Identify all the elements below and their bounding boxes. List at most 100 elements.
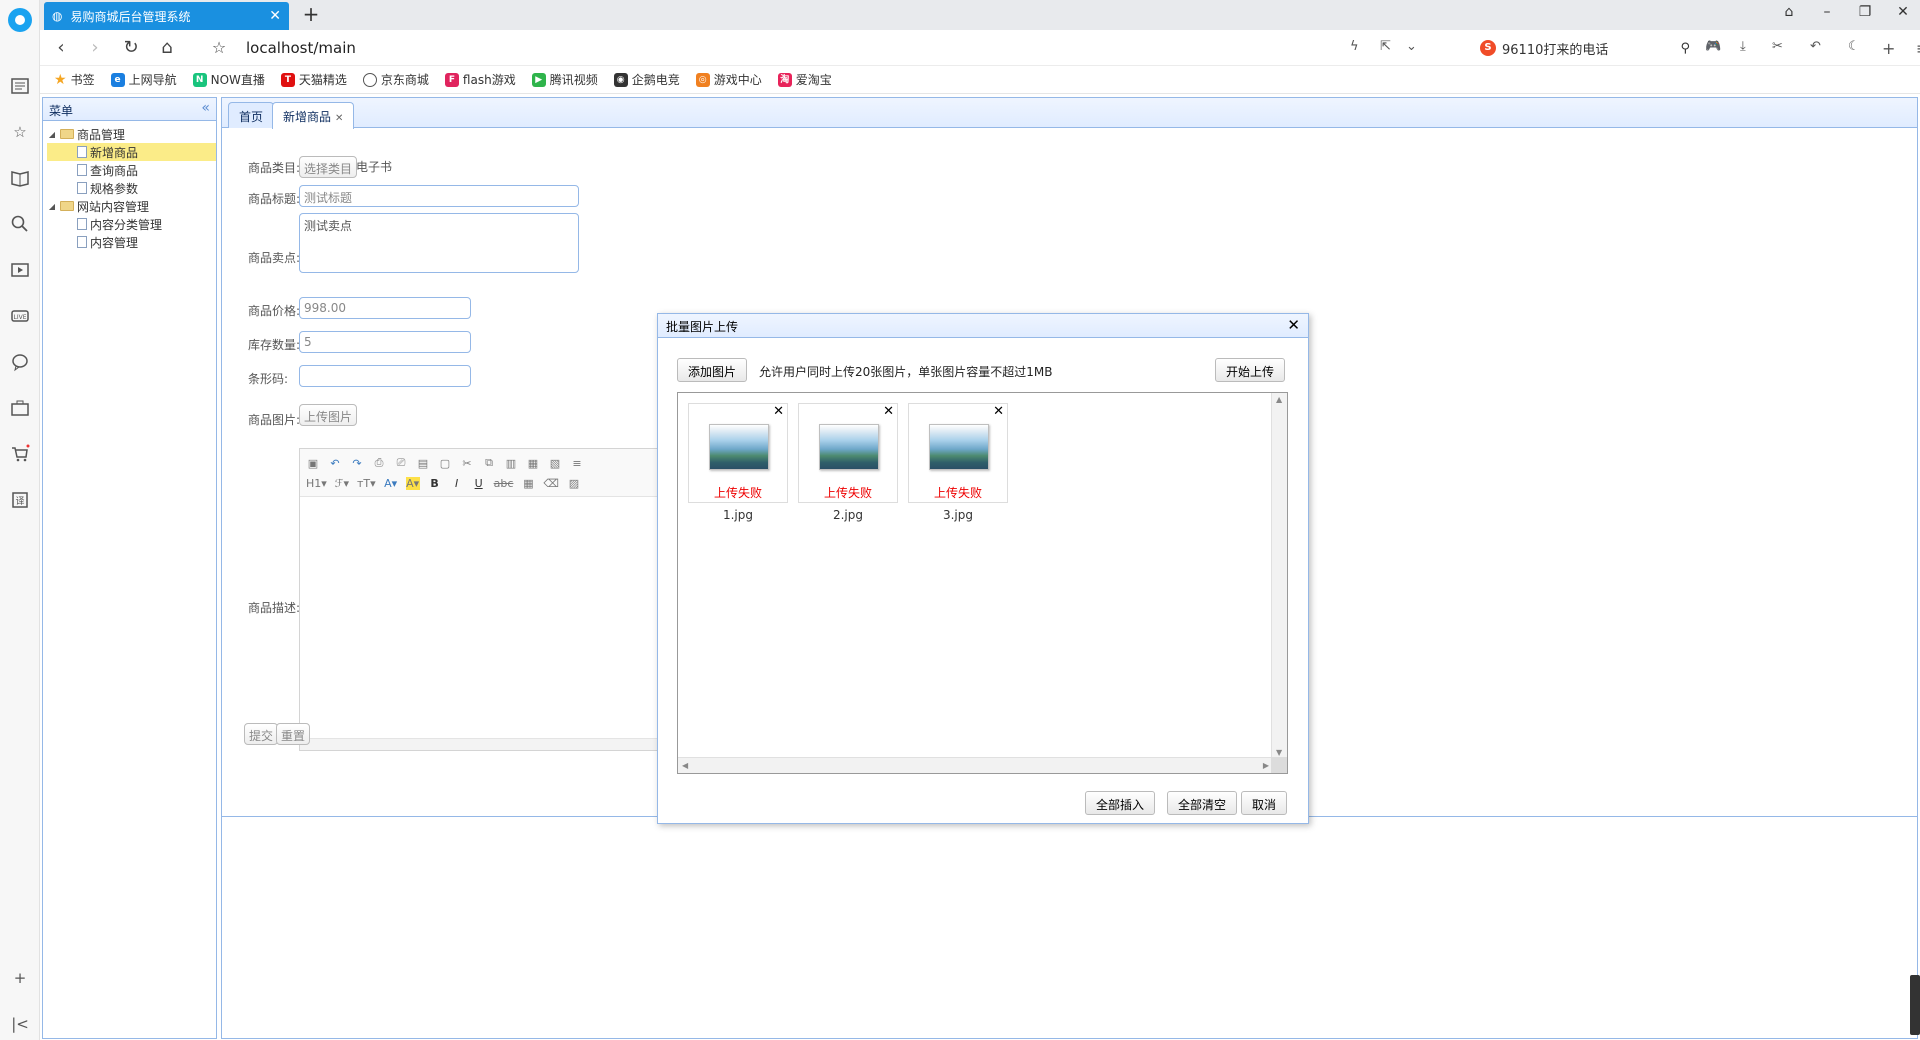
video-icon[interactable] [10,260,30,280]
font-color-icon[interactable]: A▾ [384,477,398,490]
tab-home[interactable]: 首页 [228,102,275,128]
remove-file-icon[interactable]: ✕ [993,404,1004,419]
tab-add-product[interactable]: 新增商品 ✕ [272,102,355,129]
highlight-icon[interactable]: A▾ [405,476,420,490]
upload-image-button[interactable]: 上传图片 [299,404,358,426]
paste-icon[interactable]: ▥ [504,457,518,470]
tree-item-query-product[interactable]: 查询商品 [47,161,216,179]
bookmark-item[interactable]: ▶ 腾讯视频 [531,71,598,88]
underline-icon[interactable]: U [472,477,486,490]
tree-item-content-manage[interactable]: 内容管理 [47,233,216,251]
search-box[interactable]: S 96110打来的电话 ⚲ [1480,36,1690,60]
chat-bubble-icon[interactable] [10,352,30,372]
select-category-button[interactable]: 选择类目 [299,156,358,178]
sell-point-textarea[interactable]: 测试卖点 [299,213,579,273]
scroll-down-icon[interactable]: ▼ [1276,748,1282,757]
dialog-close-icon[interactable]: ✕ [1287,316,1300,334]
back-icon[interactable]: ‹ [50,37,72,59]
live-icon[interactable]: LIVE [10,306,30,326]
close-tab-icon[interactable]: ✕ [335,113,343,124]
collapse-menu-icon[interactable]: « [201,100,210,116]
image-insert-icon[interactable]: ▨ [567,477,581,490]
scroll-right-icon[interactable]: ▶ [1263,761,1269,770]
close-tab-icon[interactable]: ✕ [269,8,281,24]
news-icon[interactable] [10,76,30,96]
reset-button[interactable]: 重置 [276,723,311,745]
tree-group-content[interactable]: ◢ 网站内容管理 [47,197,216,215]
scroll-left-icon[interactable]: ◀ [682,761,688,770]
favorites-star-icon[interactable]: ☆ [10,122,30,142]
gamepad-icon[interactable]: 🎮 [1705,39,1721,54]
rich-text-editor[interactable]: ▣ ↶ ↷ ⎙ ⎚ ▤ ▢ ✂ ⧉ ▥ ▦ ▧ ≡ H1▾ ℱ▾ тT▾ A▾ … [299,448,669,751]
undo-icon[interactable]: ↶ [328,457,342,470]
code-icon[interactable]: ▢ [438,457,452,470]
paste-word-icon[interactable]: ▧ [548,457,562,470]
barcode-input[interactable] [299,365,471,387]
magnifier-icon[interactable]: ⚲ [1680,41,1690,56]
reload-icon[interactable]: ↻ [120,37,142,59]
bookmark-star-icon[interactable]: ☆ [208,37,230,59]
tree-item-content-category[interactable]: 内容分类管理 [47,215,216,233]
expand-arrow-icon[interactable]: ◢ [47,202,57,211]
font-family-icon[interactable]: ℱ▾ [335,477,349,490]
italic-icon[interactable]: I [450,477,464,490]
submit-button[interactable]: 提交 [244,723,279,745]
bookmark-item[interactable]: T 天猫精选 [280,71,347,88]
copy-icon[interactable]: ⧉ [482,456,496,470]
tree-item-add-product[interactable]: 新增商品 [47,143,216,161]
scroll-up-icon[interactable]: ▲ [1276,395,1282,404]
minimize-icon[interactable]: – [1812,4,1842,20]
briefcase-icon[interactable] [10,398,30,418]
heading-icon[interactable]: H1▾ [306,477,327,490]
tree-group-product[interactable]: ◢ 商品管理 [47,125,216,143]
stock-input[interactable]: 5 [299,331,471,353]
collapse-sidebar-icon[interactable]: |< [10,1014,30,1034]
shirt-skin-icon[interactable]: ⌂ [1774,4,1804,20]
cancel-button[interactable]: 取消 [1241,791,1288,815]
plus-icon[interactable]: + [1882,39,1895,58]
preview-icon[interactable]: ⎙ [372,456,386,470]
scissors-icon[interactable]: ✂ [1772,39,1783,54]
url-field[interactable]: localhost/main [246,39,356,57]
reading-book-icon[interactable] [10,168,30,188]
forward-icon[interactable]: › [84,37,106,59]
expand-arrow-icon[interactable]: ◢ [47,130,57,139]
shopping-cart-icon[interactable] [10,444,30,464]
template-icon[interactable]: ▤ [416,457,430,470]
vertical-scrollbar[interactable]: ▲ ▼ [1271,393,1287,759]
remove-file-icon[interactable]: ✕ [883,404,894,419]
bookmark-item[interactable]: N NOW直播 [192,71,265,88]
remove-file-icon[interactable]: ✕ [773,404,784,419]
share-icon[interactable]: ⇱ [1380,39,1391,54]
download-icon[interactable]: ⤓ [1740,39,1746,54]
home-icon[interactable]: ⌂ [156,37,178,59]
price-input[interactable]: 998.00 [299,297,471,319]
close-window-icon[interactable]: ✕ [1888,4,1918,20]
file-thumbnail[interactable]: ✕ 上传失败 [908,403,1008,503]
search-icon[interactable] [10,214,30,234]
bookmark-item[interactable]: ◉ 企鹅电竞 [613,71,680,88]
menu-icon[interactable]: ≡ [1916,39,1920,58]
add-image-button[interactable]: 添加图片 [677,358,748,382]
redo-icon[interactable]: ↷ [350,457,364,470]
print-icon[interactable]: ⎚ [394,456,408,470]
browser-logo-icon[interactable] [8,8,32,32]
table-icon[interactable]: ▦ [521,477,535,490]
start-upload-button[interactable]: 开始上传 [1215,358,1286,382]
night-mode-icon[interactable]: ☾ [1848,39,1860,54]
bookmark-item[interactable]: 淘爱淘宝 [777,71,832,88]
undo-icon[interactable]: ↶ [1810,39,1821,54]
bold-icon[interactable]: B [428,477,442,490]
insert-all-button[interactable]: 全部插入 [1085,791,1156,815]
strikethrough-icon[interactable]: abc [494,477,514,490]
browser-tab[interactable]: ◍ 易购商城后台管理系统 ✕ [44,2,289,30]
file-thumbnail[interactable]: ✕ 上传失败 [798,403,898,503]
bookmarks-folder[interactable]: ★ 书签 [54,71,95,88]
chevron-down-icon[interactable]: ⌄ [1406,39,1417,54]
bookmark-item[interactable]: ◎ 游戏中心 [695,71,762,88]
restore-icon[interactable]: ❐ [1850,4,1880,20]
add-icon[interactable]: + [10,968,30,988]
font-size-icon[interactable]: тT▾ [357,477,376,490]
source-icon[interactable]: ▣ [306,457,320,470]
tree-item-spec-params[interactable]: 规格参数 [47,179,216,197]
